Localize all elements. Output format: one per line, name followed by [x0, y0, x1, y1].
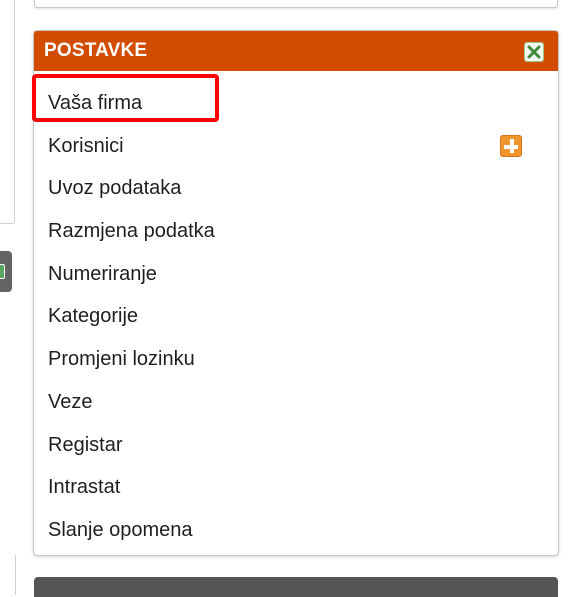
- menu-item-label: Korisnici: [48, 134, 124, 157]
- panel-header: POSTAVKE: [34, 31, 558, 71]
- menu-item-korisnici[interactable]: Korisnici: [34, 125, 558, 168]
- panel-title: POSTAVKE: [44, 40, 148, 61]
- menu-item-label: Vaša firma: [48, 92, 143, 114]
- menu-item-label: Kategorije: [48, 305, 139, 328]
- menu-item-label: Uvoz podataka: [48, 177, 182, 200]
- menu-item-label: Veze: [48, 390, 93, 413]
- menu-item-razmjena-podatka[interactable]: Razmjena podatka: [34, 210, 558, 253]
- menu-item-vasa-firma[interactable]: Vaša firma: [34, 82, 558, 125]
- settings-panel: POSTAVKE Vaša firma Korisnici Uvoz podat…: [33, 30, 559, 556]
- add-plus-icon[interactable]: [500, 134, 522, 157]
- menu-item-label: Razmjena podatka: [48, 220, 215, 243]
- menu-item-intrastat[interactable]: Intrastat: [34, 466, 558, 509]
- document-icon: [0, 264, 5, 279]
- menu-item-label: Registar: [48, 433, 123, 456]
- menu-item-numeriranje[interactable]: Numeriranje: [34, 253, 558, 296]
- menu-item-label: Promjeni lozinku: [48, 348, 195, 371]
- menu-item-veze[interactable]: Veze: [34, 381, 558, 424]
- close-panel-button[interactable]: [524, 42, 544, 62]
- menu-item-registar[interactable]: Registar: [34, 424, 558, 467]
- menu-item-slanje-opomena[interactable]: Slanje opomena: [34, 509, 558, 552]
- menu-item-label: Intrastat: [48, 476, 121, 499]
- previous-panel-edge: [34, 0, 558, 8]
- menu-item-label: Slanje opomena: [48, 518, 193, 541]
- menu-item-uvoz-podataka[interactable]: Uvoz podataka: [34, 167, 558, 210]
- menu-item-kategorije[interactable]: Kategorije: [34, 295, 558, 338]
- next-panel-header: [34, 577, 558, 597]
- menu-item-label: Numeriranje: [48, 262, 157, 285]
- left-collapsed-tab[interactable]: [0, 251, 12, 292]
- left-sidebar-edge: [0, 0, 15, 224]
- settings-menu: Vaša firma Korisnici Uvoz podataka Razmj…: [34, 71, 558, 552]
- left-sidebar-lower-edge: [0, 555, 16, 595]
- menu-item-promjeni-lozinku[interactable]: Promjeni lozinku: [34, 338, 558, 381]
- close-x-icon: [527, 45, 541, 59]
